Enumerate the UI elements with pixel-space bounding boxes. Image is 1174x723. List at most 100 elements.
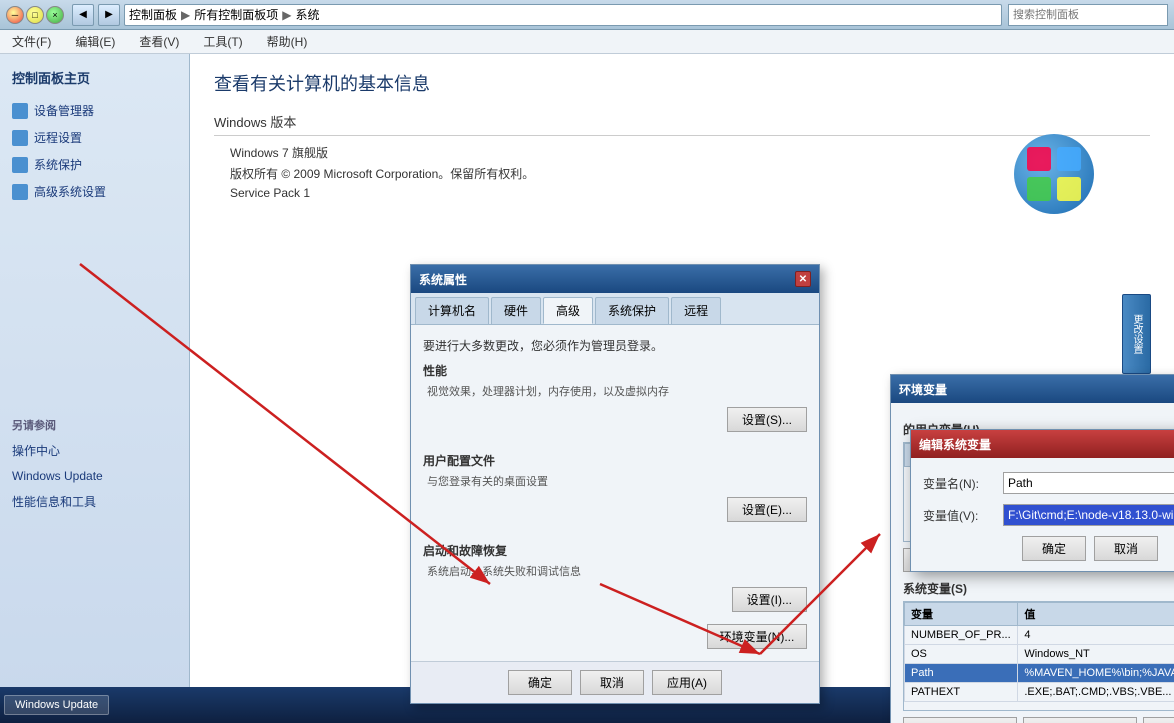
page-title: 查看有关计算机的基本信息 [214, 70, 1150, 96]
edit-ok-button[interactable]: 确定 [1022, 536, 1086, 561]
sysprop-footer: 确定 取消 应用(A) [411, 661, 819, 703]
service-pack: Service Pack 1 [214, 186, 1150, 200]
taskbar-windows-update[interactable]: Windows Update [4, 695, 109, 715]
edit-footer: 确定 取消 [911, 536, 1174, 561]
advanced-icon [12, 184, 28, 200]
sysprop-body: 要进行大多数更改，您必须作为管理员登录。 性能 视觉效果，处理器计划，内存使用，… [411, 325, 819, 661]
startup-settings-button[interactable]: 设置(I)... [732, 587, 807, 612]
remote-icon [12, 130, 28, 146]
envvar-title-text: 环境变量 [899, 381, 947, 398]
menu-tools[interactable]: 工具(T) [199, 31, 246, 52]
sys-vars-table: 变量 值 NUMBER_OF_PR...4OSWindows_NTPath%MA… [904, 602, 1174, 702]
sys-new-button[interactable]: 新建(W)... [903, 717, 1017, 723]
windows-logo [1014, 134, 1114, 234]
shield-icon [12, 157, 28, 173]
sys-delete-button[interactable]: 删除(L) [1143, 717, 1174, 723]
var-value-cell: .EXE;.BAT;.CMD;.VBS;.VBE... [1018, 683, 1174, 702]
sysprop-cancel-button[interactable]: 取消 [580, 670, 644, 695]
startup-section-label: 启动和故障恢复 [423, 542, 807, 559]
performance-label: 性能信息和工具 [12, 493, 96, 510]
edit-cancel-button[interactable]: 取消 [1094, 536, 1158, 561]
forward-button[interactable]: ▶ [98, 4, 120, 26]
maximize-button[interactable]: □ [26, 6, 44, 24]
envvar-title-bar: 环境变量 ✕ [891, 375, 1174, 403]
close-button[interactable]: × [46, 6, 64, 24]
table-row[interactable]: NUMBER_OF_PR...4 [905, 626, 1174, 645]
menu-file[interactable]: 文件(F) [8, 31, 55, 52]
sys-edit-button[interactable]: 编辑(I)... [1023, 717, 1137, 723]
var-value-label: 变量值(V): [923, 507, 1003, 524]
sys-vars-label: 系统变量(S) [903, 582, 967, 596]
var-name-label: 变量名(N): [923, 475, 1003, 492]
sysprop-apply-button[interactable]: 应用(A) [652, 670, 722, 695]
tab-system-protection[interactable]: 系统保护 [595, 297, 669, 324]
tab-remote[interactable]: 远程 [671, 297, 721, 324]
table-row[interactable]: PATHEXT.EXE;.BAT;.CMD;.VBS;.VBE... [905, 683, 1174, 702]
sysprop-tabs: 计算机名 硬件 高级 系统保护 远程 [411, 293, 819, 325]
breadcrumb-part2[interactable]: 所有控制面板项 [194, 6, 278, 23]
tab-hardware[interactable]: 硬件 [491, 297, 541, 324]
sidebar-label-remote: 远程设置 [34, 129, 82, 146]
sidebar-item-device-manager[interactable]: 设备管理器 [0, 97, 189, 124]
change-settings-button[interactable]: 更改设置 [1122, 294, 1151, 374]
var-name-cell: Path [905, 664, 1018, 683]
perf-section-label: 性能 [423, 362, 807, 379]
var-name-cell: OS [905, 645, 1018, 664]
sidebar-item-remote[interactable]: 远程设置 [0, 124, 189, 151]
menu-bar: 文件(F) 编辑(E) 查看(V) 工具(T) 帮助(H) [0, 30, 1174, 54]
var-value-input[interactable] [1003, 504, 1174, 526]
menu-edit[interactable]: 编辑(E) [71, 31, 119, 52]
var-name-input[interactable] [1003, 472, 1174, 494]
action-center-label: 操作中心 [12, 442, 60, 459]
edit-body: 变量名(N): 变量值(V): 确定 取消 [911, 458, 1174, 571]
table-row[interactable]: OSWindows_NT [905, 645, 1174, 664]
sysprop-title-text: 系统属性 [419, 271, 467, 288]
edit-var-dialog: 编辑系统变量 ✕ 变量名(N): 变量值(V): 确定 取消 [910, 429, 1174, 572]
sidebar-label-advanced: 高级系统设置 [34, 183, 106, 200]
copyright-text: 版权所有 © 2009 Microsoft Corporation。保留所有权利… [214, 165, 1150, 182]
sidebar-title[interactable]: 控制面板主页 [0, 62, 189, 97]
menu-help[interactable]: 帮助(H) [263, 31, 312, 52]
back-button[interactable]: ◀ [72, 4, 94, 26]
windows-logo-circle [1014, 134, 1094, 214]
device-manager-icon [12, 103, 28, 119]
sidebar-label-protection: 系统保护 [34, 156, 82, 173]
system-properties-dialog: 系统属性 ✕ 计算机名 硬件 高级 系统保护 远程 要进行大多数更改，您必须作为… [410, 264, 820, 704]
breadcrumb-part1[interactable]: 控制面板 [129, 6, 177, 23]
var-value-cell: %MAVEN_HOME%\bin;%JAVA_HOME%\bi... [1018, 664, 1174, 683]
sys-vars-scrollbox[interactable]: 变量 值 NUMBER_OF_PR...4OSWindows_NTPath%MA… [903, 601, 1174, 711]
sidebar-item-windows-update[interactable]: Windows Update [0, 464, 189, 488]
address-bar: 控制面板 ▶ 所有控制面板项 ▶ 系统 [124, 4, 1002, 26]
minimize-button[interactable]: ─ [6, 6, 24, 24]
perf-desc: 视觉效果，处理器计划，内存使用，以及虚拟内存 [423, 383, 807, 399]
sidebar-item-advanced[interactable]: 高级系统设置 [0, 178, 189, 205]
sysprop-ok-button[interactable]: 确定 [508, 670, 572, 695]
main-container: 控制面板主页 设备管理器 远程设置 系统保护 高级系统设置 另请参阅 操作中心 … [0, 54, 1174, 723]
env-var-button[interactable]: 环境变量(N)... [707, 624, 807, 649]
startup-desc: 系统启动、系统失败和调试信息 [423, 563, 807, 579]
sidebar: 控制面板主页 设备管理器 远程设置 系统保护 高级系统设置 另请参阅 操作中心 … [0, 54, 190, 723]
perf-settings-button[interactable]: 设置(S)... [727, 407, 807, 432]
table-row[interactable]: Path%MAVEN_HOME%\bin;%JAVA_HOME%\bi... [905, 664, 1174, 683]
sidebar-item-protection[interactable]: 系统保护 [0, 151, 189, 178]
sidebar-label-device: 设备管理器 [34, 102, 94, 119]
menu-view[interactable]: 查看(V) [135, 31, 183, 52]
windows-version-header: Windows 版本 [214, 112, 1150, 136]
window-controls: ─ □ × [6, 6, 64, 24]
edit-title-bar: 编辑系统变量 ✕ [911, 430, 1174, 458]
sidebar-item-performance[interactable]: 性能信息和工具 [0, 488, 189, 515]
sys-col-value: 值 [1018, 603, 1174, 626]
profile-settings-button[interactable]: 设置(E)... [727, 497, 807, 522]
windows-edition: Windows 7 旗舰版 [214, 144, 1150, 161]
title-bar: ─ □ × ◀ ▶ 控制面板 ▶ 所有控制面板项 ▶ 系统 [0, 0, 1174, 30]
breadcrumb-part3[interactable]: 系统 [296, 6, 320, 23]
tab-computer-name[interactable]: 计算机名 [415, 297, 489, 324]
var-name-row: 变量名(N): [911, 472, 1174, 494]
tab-advanced[interactable]: 高级 [543, 297, 593, 324]
also-see-label: 另请参阅 [0, 405, 189, 437]
sysprop-close-button[interactable]: ✕ [795, 271, 811, 287]
sidebar-item-action-center[interactable]: 操作中心 [0, 437, 189, 464]
var-name-cell: NUMBER_OF_PR... [905, 626, 1018, 645]
sys-vars-section: 系统变量(S) [903, 580, 1174, 597]
search-input[interactable] [1008, 4, 1168, 26]
